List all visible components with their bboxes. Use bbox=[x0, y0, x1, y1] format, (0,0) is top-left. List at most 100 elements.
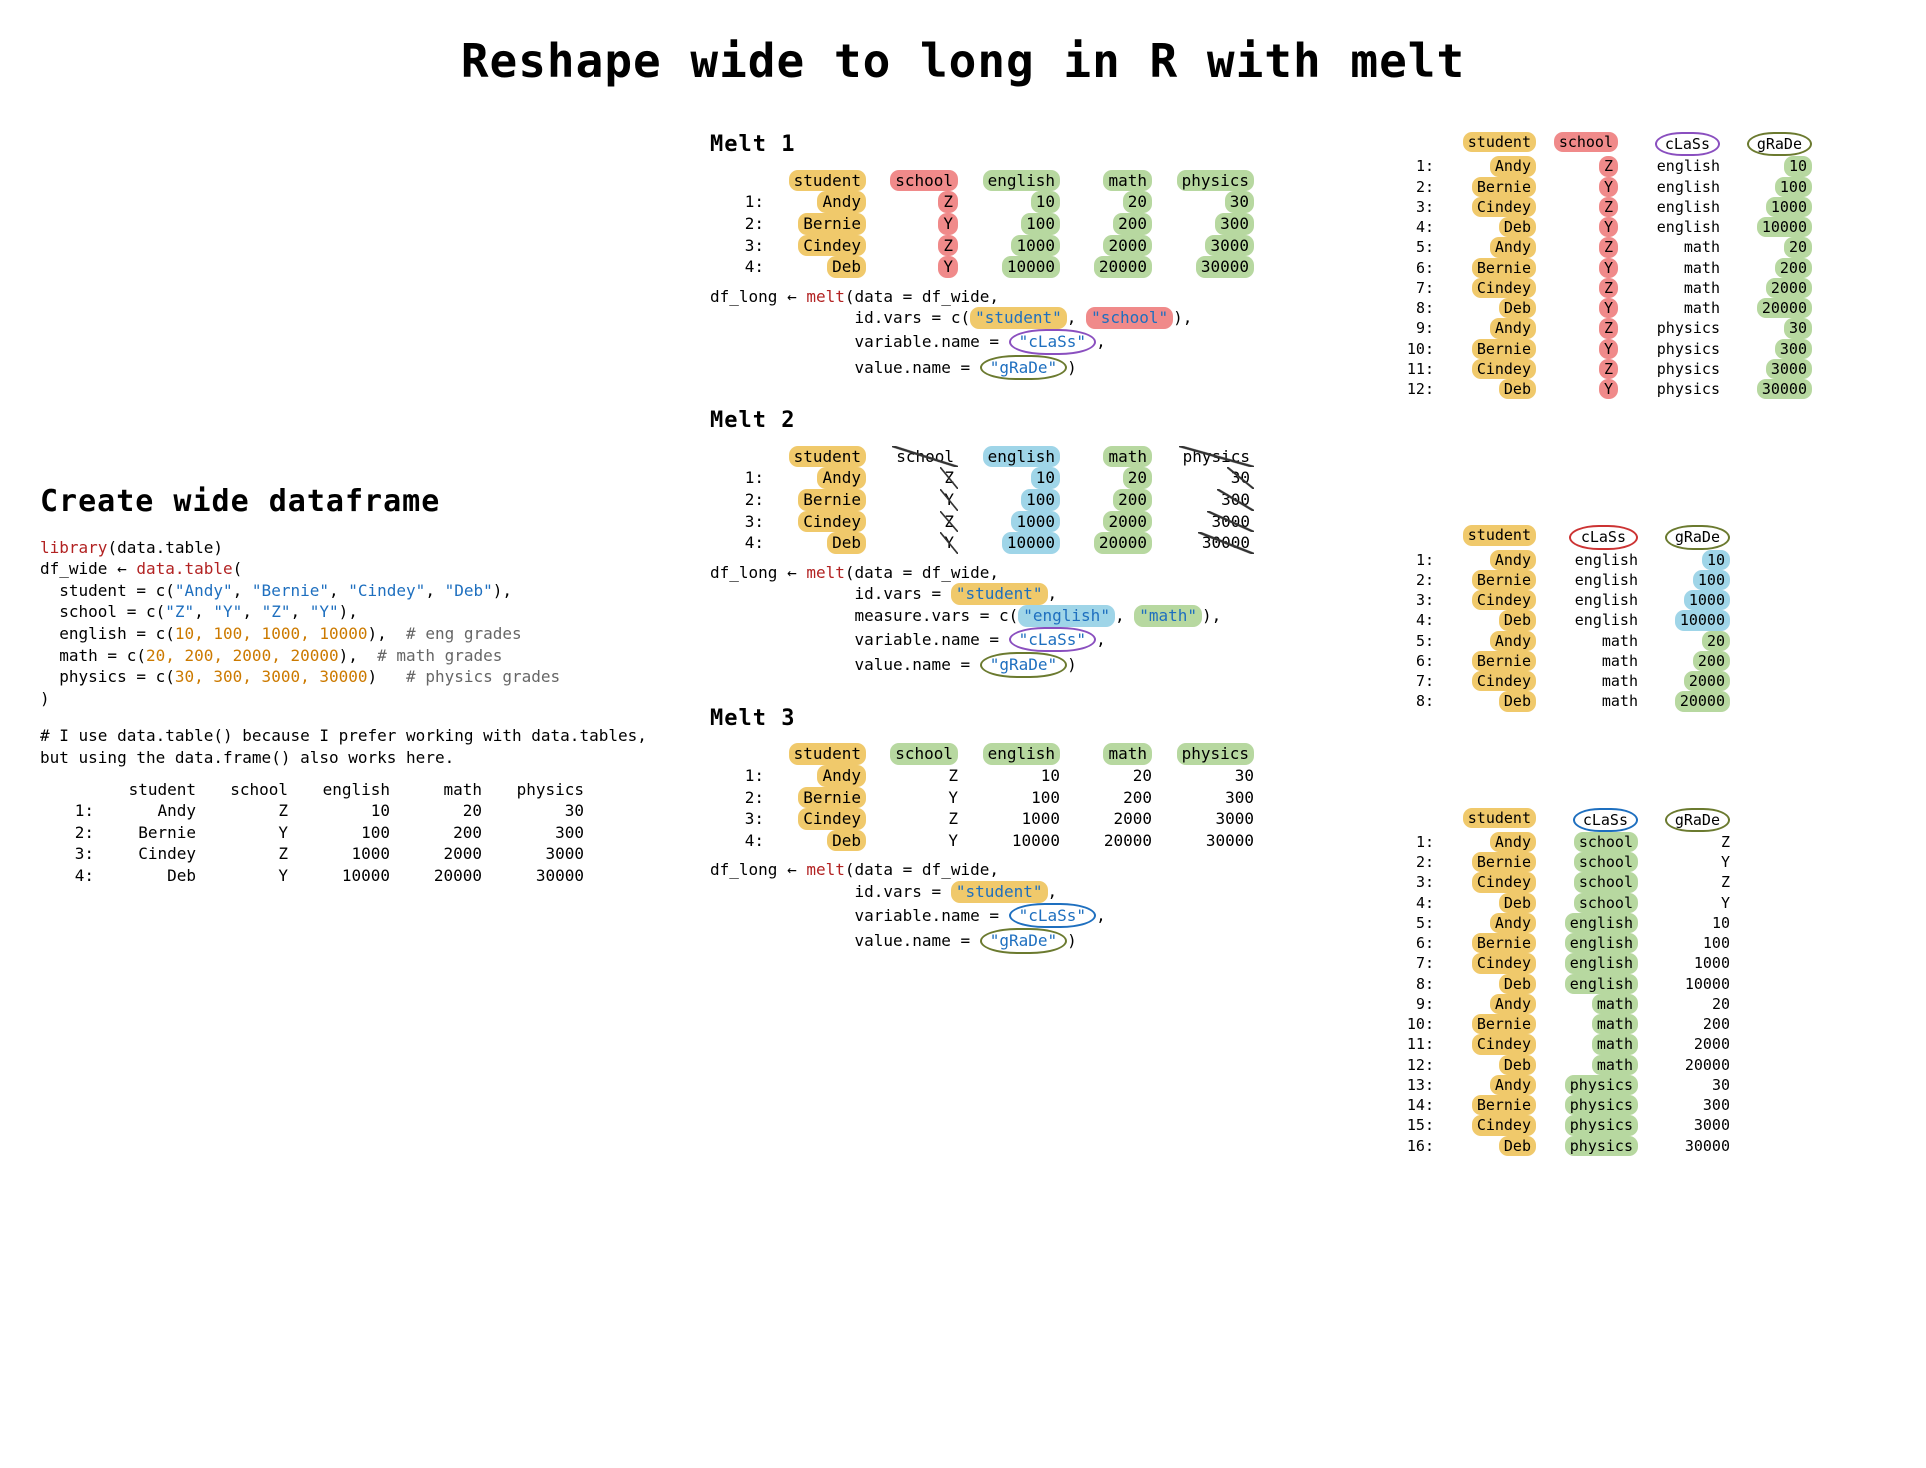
table-header: school bbox=[872, 743, 964, 765]
note-text: also works here. bbox=[290, 748, 454, 767]
table-row: 2:BernieschoolY bbox=[1380, 852, 1900, 872]
table-cell: Andy bbox=[1440, 156, 1542, 176]
code-token: # physics grades bbox=[406, 667, 560, 686]
table-row: 10:BernieYphysics300 bbox=[1380, 339, 1900, 359]
table-cell: Bernie bbox=[1440, 258, 1542, 278]
code-token: 10, 100, 1000, 10000 bbox=[175, 624, 368, 643]
table-cell: math bbox=[1542, 651, 1644, 671]
table-header: math bbox=[1066, 446, 1158, 468]
table-cell: 1000 bbox=[1726, 197, 1818, 217]
table-header: school bbox=[1542, 132, 1624, 156]
table-cell: Y bbox=[1542, 379, 1624, 399]
code-token: , bbox=[1048, 584, 1058, 603]
table-cell: 100 bbox=[964, 787, 1066, 809]
left-note: # I use data.table() because I prefer wo… bbox=[40, 725, 680, 768]
table-cell: 200 bbox=[1066, 489, 1158, 511]
code-token: "Z" bbox=[165, 602, 194, 621]
table-header: student bbox=[1440, 808, 1542, 832]
table-cell: Y bbox=[1644, 852, 1736, 872]
table-cell: Y bbox=[1542, 298, 1624, 318]
table-cell: Cindey bbox=[1440, 872, 1542, 892]
code-token: id.vars = bbox=[710, 584, 951, 603]
table-cell: 200 bbox=[1066, 787, 1158, 809]
code-token: , bbox=[329, 581, 348, 600]
table-row: 11:Cindeymath2000 bbox=[1380, 1034, 1900, 1054]
table-row: 1:AndyZ102030 bbox=[710, 765, 1350, 787]
table-row: 4:DebschoolY bbox=[1380, 893, 1900, 913]
table-row: 3:CindeyZ100020003000 bbox=[40, 843, 680, 865]
table-cell: 2000 bbox=[1726, 278, 1818, 298]
table-cell: 300 bbox=[1158, 489, 1260, 511]
mid-column: Melt 1 studentschoolenglishmathphysics1:… bbox=[710, 122, 1350, 980]
table-cell: Cindey bbox=[1440, 1115, 1542, 1135]
table-cell: Deb bbox=[770, 830, 872, 852]
table-cell: physics bbox=[1624, 339, 1726, 359]
table-cell: Bernie bbox=[1440, 1014, 1542, 1034]
table-cell: 300 bbox=[1644, 1095, 1736, 1115]
table-cell: Y bbox=[872, 787, 964, 809]
melt3-section: Melt 3 studentschoolenglishmathphysics1:… bbox=[710, 704, 1350, 954]
table-cell: Bernie bbox=[770, 489, 872, 511]
table-cell: 20 bbox=[396, 800, 488, 822]
table-cell: 100 bbox=[1726, 177, 1818, 197]
code-token: , bbox=[1096, 630, 1106, 649]
table-cell: math bbox=[1542, 691, 1644, 711]
left-code: library(data.table) df_wide ← data.table… bbox=[40, 537, 680, 710]
melt2-title: Melt 2 bbox=[710, 406, 1350, 436]
code-token: melt bbox=[806, 563, 845, 582]
table-cell: Andy bbox=[1440, 631, 1542, 651]
table-row: 2:Bernieenglish100 bbox=[1380, 570, 1900, 590]
table-cell: 10 bbox=[964, 467, 1066, 489]
table-cell: 100 bbox=[964, 489, 1066, 511]
table-row: 9:AndyZphysics30 bbox=[1380, 318, 1900, 338]
code-token: (data = df_wide, bbox=[845, 287, 999, 306]
table-header: student bbox=[770, 446, 872, 468]
table-row: 2:BernieY100200300 bbox=[710, 787, 1350, 809]
table-cell: 10 bbox=[1644, 913, 1736, 933]
table-cell: physics bbox=[1624, 318, 1726, 338]
code-token: ) bbox=[1067, 358, 1077, 377]
page: Reshape wide to long in R with melt Crea… bbox=[0, 0, 1926, 1468]
table-cell: 10000 bbox=[1644, 610, 1736, 630]
code-token: "gRaDe" bbox=[980, 928, 1067, 954]
table-row: 6:Berniemath200 bbox=[1380, 651, 1900, 671]
table-cell: Y bbox=[872, 256, 964, 278]
table-cell: 20 bbox=[1726, 237, 1818, 257]
table-row: 2:BernieY100200300 bbox=[40, 822, 680, 844]
table-cell: Deb bbox=[770, 256, 872, 278]
code-token: school = c( bbox=[40, 602, 165, 621]
table-cell: 20000 bbox=[1644, 691, 1736, 711]
code-token: ), bbox=[368, 624, 407, 643]
table-cell: 1000 bbox=[964, 808, 1066, 830]
table-header: student bbox=[770, 743, 872, 765]
table-header: cLaSs bbox=[1624, 132, 1726, 156]
melt1-code: df_long ← melt(data = df_wide, id.vars =… bbox=[710, 286, 1350, 380]
table-cell: math bbox=[1542, 1014, 1644, 1034]
table-header: student bbox=[1440, 525, 1542, 549]
table-cell: Deb bbox=[1440, 1136, 1542, 1156]
table-cell: english bbox=[1542, 933, 1644, 953]
table-cell: 100 bbox=[294, 822, 396, 844]
table-cell: 100 bbox=[1644, 570, 1736, 590]
table-cell: 30 bbox=[1644, 1075, 1736, 1095]
table-cell: Y bbox=[1542, 258, 1624, 278]
table-cell: Cindey bbox=[1440, 1034, 1542, 1054]
melt1-section: Melt 1 studentschoolenglishmathphysics1:… bbox=[710, 130, 1350, 380]
table-header: cLaSs bbox=[1542, 525, 1644, 549]
table-cell: english bbox=[1624, 177, 1726, 197]
table-cell: Deb bbox=[1440, 217, 1542, 237]
table-cell: Z bbox=[872, 235, 964, 257]
code-token: "english" bbox=[1018, 605, 1115, 627]
table-row: 4:DebY100002000030000 bbox=[710, 532, 1350, 554]
table-cell: 200 bbox=[396, 822, 488, 844]
table-cell: Deb bbox=[1440, 893, 1542, 913]
table-cell: Z bbox=[1644, 832, 1736, 852]
table-cell: 3000 bbox=[1158, 235, 1260, 257]
table-cell: Andy bbox=[100, 800, 202, 822]
table-row: 3:CindeyZ100020003000 bbox=[710, 235, 1350, 257]
code-token: , bbox=[1096, 906, 1106, 925]
table-header: english bbox=[294, 779, 396, 801]
table-row: 8:Debmath20000 bbox=[1380, 691, 1900, 711]
table-cell: 1000 bbox=[1644, 590, 1736, 610]
table-cell: 10 bbox=[1644, 550, 1736, 570]
